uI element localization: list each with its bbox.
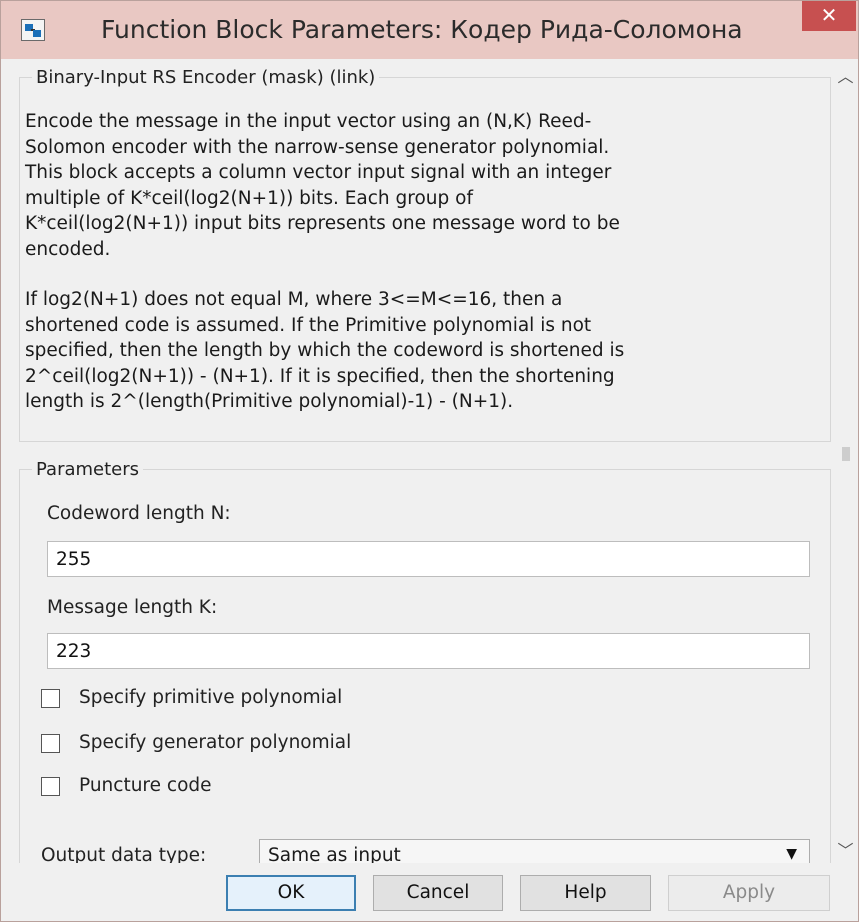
ok-button[interactable]: OK xyxy=(226,875,356,911)
apply-button[interactable]: Apply xyxy=(668,875,830,911)
puncture-code-checkbox[interactable] xyxy=(41,777,60,796)
scroll-thumb[interactable] xyxy=(842,447,850,461)
primitive-polynomial-checkbox[interactable] xyxy=(41,689,60,708)
dialog-content: Binary-Input RS Encoder (mask) (link) En… xyxy=(9,59,831,863)
simulink-block-icon xyxy=(21,19,45,41)
title-bar[interactable]: Function Block Parameters: Кодер Рида-Со… xyxy=(1,1,858,59)
output-data-type-value: Same as input xyxy=(268,845,401,863)
description-paragraph: Encode the message in the input vector u… xyxy=(25,111,620,260)
parameters-legend: Parameters xyxy=(36,459,140,480)
primitive-polynomial-label[interactable]: Specify primitive polynomial xyxy=(79,687,342,708)
description-legend: Binary-Input RS Encoder (mask) (link) xyxy=(36,67,376,88)
dialog-window: Function Block Parameters: Кодер Рида-Со… xyxy=(0,0,859,922)
close-icon: ✕ xyxy=(820,3,838,27)
message-length-input[interactable] xyxy=(47,633,810,669)
description-paragraph: If log2(N+1) does not equal M, where 3<=… xyxy=(25,289,625,412)
codeword-length-input[interactable] xyxy=(47,541,810,577)
help-button[interactable]: Help xyxy=(520,875,651,911)
close-button[interactable]: ✕ xyxy=(802,1,856,31)
puncture-code-label[interactable]: Puncture code xyxy=(79,775,212,796)
message-length-label: Message length K: xyxy=(47,597,218,618)
output-data-type-select[interactable]: Same as input ▼ xyxy=(259,839,810,863)
window-title: Function Block Parameters: Кодер Рида-Со… xyxy=(101,15,743,44)
cancel-button[interactable]: Cancel xyxy=(373,875,503,911)
generator-polynomial-label[interactable]: Specify generator polynomial xyxy=(79,732,351,753)
generator-polynomial-checkbox[interactable] xyxy=(41,734,60,753)
scroll-down-icon[interactable]: ﹀ xyxy=(833,837,858,860)
scroll-up-icon[interactable]: ︿ xyxy=(833,63,858,86)
button-bar: OK Cancel Help Apply xyxy=(1,863,858,921)
vertical-scrollbar[interactable]: ︿ ﹀ xyxy=(833,59,858,863)
output-data-type-label: Output data type: xyxy=(41,845,207,863)
dropdown-arrow-icon: ▼ xyxy=(786,846,797,862)
block-description: Encode the message in the input vector u… xyxy=(25,109,815,440)
codeword-length-label: Codeword length N: xyxy=(47,503,231,524)
